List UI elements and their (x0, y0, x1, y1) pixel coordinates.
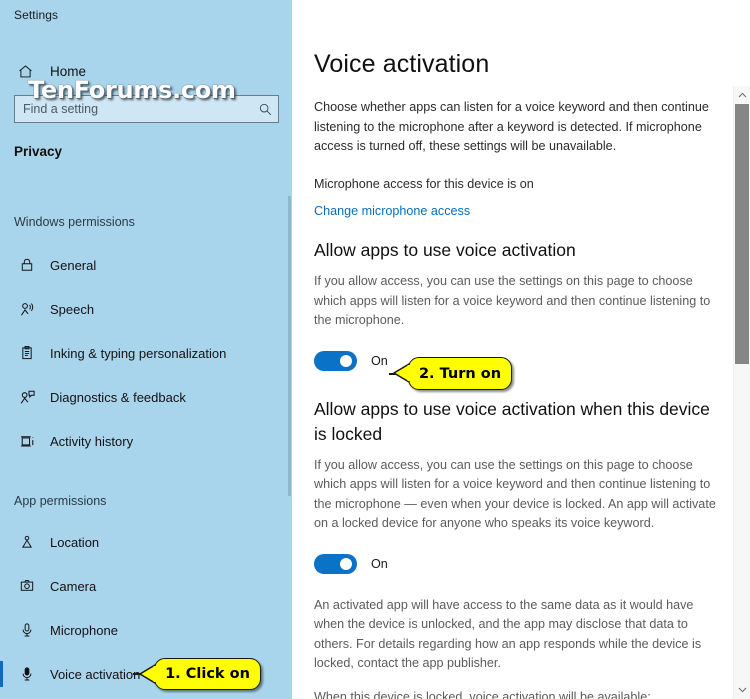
sidebar-item-microphone-label: Microphone (50, 622, 118, 638)
toggle-state-allow-voice-activation: On (371, 353, 388, 368)
callout-turn-on-text: 2. Turn on (418, 365, 502, 382)
toggle-knob (340, 557, 352, 570)
search-box[interactable] (14, 95, 279, 123)
sidebar-item-inking-typing[interactable]: Inking & typing personalization (0, 331, 292, 375)
section-heading-allow-voice-activation: Allow apps to use voice activation (314, 240, 576, 260)
change-microphone-access-link[interactable]: Change microphone access (314, 204, 470, 218)
speech-person-icon (14, 301, 40, 318)
section-heading-allow-voice-activation-locked: Allow apps to use voice activation when … (314, 398, 710, 444)
sidebar-item-inking-typing-label: Inking & typing personalization (50, 345, 227, 361)
sidebar-item-diagnostics-feedback-label: Diagnostics & feedback (50, 389, 186, 405)
sidebar-scrollbar-thumb[interactable] (288, 196, 291, 496)
scroll-up-arrow-icon[interactable] (734, 86, 750, 104)
main-scrollbar[interactable] (733, 86, 750, 699)
content-body: Choose whether apps can listen for a voi… (314, 98, 726, 699)
sidebar-item-general-label: General (50, 257, 97, 273)
section-description-allow-voice-activation: If you allow access, you can use the set… (314, 274, 711, 327)
microphone-icon (14, 666, 40, 682)
sidebar-item-camera[interactable]: Camera (0, 564, 292, 608)
sidebar-item-diagnostics-feedback[interactable]: Diagnostics & feedback (0, 375, 292, 419)
sidebar: Settings Home TenForums.com Privacy W (0, 0, 292, 699)
home-icon (8, 63, 42, 80)
sidebar-item-activity-history-label: Activity history (50, 433, 134, 449)
lock-icon (14, 257, 40, 273)
toggle-knob (340, 354, 352, 367)
microphone-icon (14, 622, 40, 638)
scroll-down-arrow-icon[interactable] (734, 681, 750, 699)
callout-tail-icon (393, 363, 410, 383)
callout-tail-icon (139, 664, 156, 684)
sidebar-group-windows-permissions: General Speech Inking & typing personali… (0, 243, 292, 463)
toggle-row-allow-voice-activation: On (314, 350, 726, 371)
availability-note: When this device is locked, voice activa… (314, 689, 651, 699)
callout-turn-on: 2. Turn on (393, 357, 512, 390)
person-feedback-icon (14, 389, 40, 406)
sidebar-item-activity-history[interactable]: Activity history (0, 419, 292, 463)
locked-device-footnote: An activated app will have access to the… (314, 597, 702, 671)
sidebar-item-home-label: Home (50, 63, 87, 79)
settings-window: Settings Home TenForums.com Privacy W (0, 0, 750, 699)
sidebar-item-voice-activation-label: Voice activation (50, 666, 141, 682)
sidebar-item-speech-label: Speech (50, 301, 95, 317)
intro-paragraph: Choose whether apps can listen for a voi… (314, 100, 709, 153)
sidebar-category-title: Privacy (14, 144, 63, 159)
section-description-allow-voice-activation-locked: If you allow access, you can use the set… (314, 457, 716, 531)
camera-icon (14, 578, 40, 594)
search-input[interactable] (15, 96, 252, 122)
toggle-allow-voice-activation-locked[interactable] (314, 553, 357, 574)
main-scrollbar-thumb[interactable] (735, 104, 749, 364)
search-icon[interactable] (252, 102, 278, 117)
sidebar-item-location-label: Location (50, 534, 100, 550)
location-pin-icon (14, 534, 40, 550)
sidebar-item-general[interactable]: General (0, 243, 292, 287)
sidebar-group-title-windows-permissions: Windows permissions (14, 215, 135, 229)
sidebar-item-location[interactable]: Location (0, 520, 292, 564)
callout-click-on-text: 1. Click on (165, 666, 250, 682)
sidebar-group-title-app-permissions: App permissions (14, 494, 107, 508)
microphone-access-status: Microphone access for this device is on (314, 176, 534, 191)
page-title: Voice activation (314, 50, 490, 78)
sidebar-item-home[interactable]: Home (8, 56, 284, 86)
toggle-allow-voice-activation[interactable] (314, 350, 357, 371)
main-content: Voice activation Choose whether apps can… (292, 0, 750, 699)
sidebar-item-speech[interactable]: Speech (0, 287, 292, 331)
toggle-row-allow-voice-activation-locked: On (314, 553, 726, 574)
callout-click-on: 1. Click on (139, 658, 261, 690)
sidebar-item-microphone[interactable]: Microphone (0, 608, 292, 652)
activity-history-icon (14, 433, 40, 450)
app-title: Settings (14, 8, 59, 22)
clipboard-icon (14, 345, 40, 361)
sidebar-item-camera-label: Camera (50, 578, 97, 594)
toggle-state-allow-voice-activation-locked: On (371, 556, 388, 571)
